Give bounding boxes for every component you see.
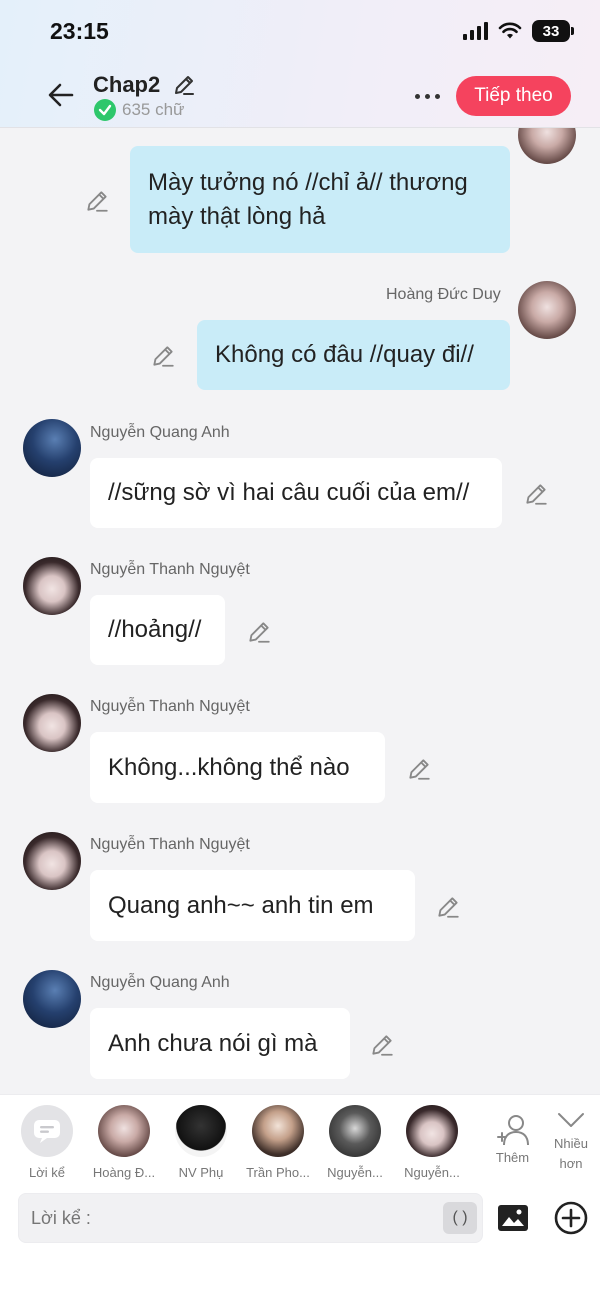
word-count: 635 chữ [122, 100, 185, 119]
check-icon [94, 99, 116, 121]
message-text: Mày tưởng nó //chỉ ả// thương mày thật l… [148, 168, 468, 230]
pencil-icon [438, 897, 459, 918]
narration-input[interactable] [18, 1193, 483, 1243]
avatar [23, 557, 81, 615]
image-button[interactable] [496, 1201, 530, 1235]
battery-icon: 33 [532, 20, 574, 42]
wifi-icon [498, 22, 522, 39]
message-text: Không...không thể nào [108, 753, 350, 781]
message-bubble[interactable]: Anh chưa nói gì mà [90, 1008, 350, 1079]
avatar [23, 694, 81, 752]
chevron-down-icon [558, 1113, 584, 1127]
sender-name: Nguyễn Quang Anh [90, 424, 230, 441]
character-item[interactable]: Nguyễn... [397, 1105, 467, 1180]
edit-message-button[interactable] [369, 1032, 395, 1058]
edit-message-button[interactable] [150, 343, 176, 369]
status-icons: 33 [463, 20, 574, 42]
avatar [98, 1105, 150, 1157]
back-button[interactable] [44, 78, 78, 112]
character-item[interactable]: Hoàng Đ... [89, 1105, 159, 1180]
parentheses-button[interactable]: ( ) [443, 1202, 477, 1234]
message-text: Anh chưa nói gì mà [108, 1029, 318, 1057]
sender-name: Nguyễn Quang Anh [90, 974, 230, 991]
character-label: NV Phụ [178, 1165, 224, 1180]
sender-name: Nguyễn Thanh Nguyệt [90, 561, 250, 578]
sender-name: Nguyễn Thanh Nguyệt [90, 698, 250, 715]
add-person-icon [496, 1115, 529, 1146]
edit-message-button[interactable] [435, 894, 461, 920]
avatar [23, 419, 81, 477]
message-text: //sững sờ vì hai câu cuối của em// [108, 479, 470, 506]
status-time: 23:15 [50, 18, 109, 44]
image-icon [498, 1205, 528, 1231]
add-button[interactable] [553, 1200, 589, 1236]
message-bubble[interactable]: //hoảng// [90, 595, 225, 665]
avatar [252, 1105, 304, 1157]
avatar [23, 970, 81, 1028]
sender-name: Nguyễn Thanh Nguyệt [90, 836, 250, 853]
message-bubble[interactable]: Không...không thể nào [90, 732, 385, 803]
chat-area[interactable]: Mày tưởng nó //chỉ ả// thương mày thật l… [0, 128, 600, 1094]
next-button[interactable]: Tiếp theo [456, 76, 571, 116]
more-characters-button[interactable]: Nhiều hơn [548, 1109, 594, 1174]
message-bubble[interactable]: Không có đâu //quay đi// [197, 320, 510, 390]
edit-title-button[interactable] [172, 73, 196, 97]
edit-message-button[interactable] [406, 756, 432, 782]
message-text: Không có đâu //quay đi// [215, 341, 474, 368]
edit-message-button[interactable] [246, 619, 272, 645]
pencil-icon [409, 759, 430, 780]
avatar [23, 832, 81, 890]
more-options-button[interactable] [410, 82, 444, 110]
character-label: Lời kể [29, 1165, 65, 1180]
composer-panel: Lời kể Hoàng Đ... NV Phụ Trần Pho... Ngu… [0, 1094, 600, 1299]
arrow-left-icon [48, 83, 74, 107]
character-label: Trần Pho... [246, 1165, 310, 1180]
chapter-title: Chap2 [93, 72, 161, 97]
message-text: Quang anh~~ anh tin em [108, 891, 374, 919]
character-item[interactable]: Trần Pho... [243, 1105, 313, 1180]
pencil-icon [87, 191, 108, 212]
top-bar: 23:15 33 Chap2 635 chữ Tiếp theo [0, 0, 600, 128]
add-character-label: Thêm [495, 1150, 530, 1165]
pencil-icon [372, 1035, 393, 1056]
edit-message-button[interactable] [523, 481, 549, 507]
character-label: Nguyễn... [404, 1165, 460, 1180]
avatar [175, 1105, 227, 1157]
edit-message-button[interactable] [84, 188, 110, 214]
pencil-icon [526, 484, 547, 505]
character-narrator[interactable]: Lời kể [12, 1105, 82, 1180]
avatar [518, 128, 576, 164]
pencil-icon [249, 622, 270, 643]
pencil-icon [175, 76, 194, 95]
avatar [406, 1105, 458, 1157]
pencil-icon [153, 346, 174, 367]
signal-icon [463, 22, 488, 40]
message-bubble[interactable]: //sững sờ vì hai câu cuối của em// [90, 458, 502, 528]
more-characters-label: Nhiều hơn [554, 1136, 588, 1171]
message-bubble[interactable]: Mày tưởng nó //chỉ ả// thương mày thật l… [130, 146, 510, 253]
sender-name: Hoàng Đức Duy [386, 286, 501, 303]
add-character-button[interactable]: Thêm [490, 1113, 535, 1165]
character-label: Nguyễn... [327, 1165, 383, 1180]
avatar [518, 281, 576, 339]
message-bubble[interactable]: Quang anh~~ anh tin em [90, 870, 415, 941]
character-label: Hoàng Đ... [92, 1165, 156, 1180]
message-text: //hoảng// [108, 616, 202, 643]
plus-circle-icon [554, 1201, 588, 1235]
character-item[interactable]: Nguyễn... [320, 1105, 390, 1180]
word-count-row: 635 chữ [94, 99, 184, 121]
avatar [329, 1105, 381, 1157]
narrator-chat-icon [21, 1105, 73, 1157]
character-item[interactable]: NV Phụ [166, 1105, 236, 1180]
